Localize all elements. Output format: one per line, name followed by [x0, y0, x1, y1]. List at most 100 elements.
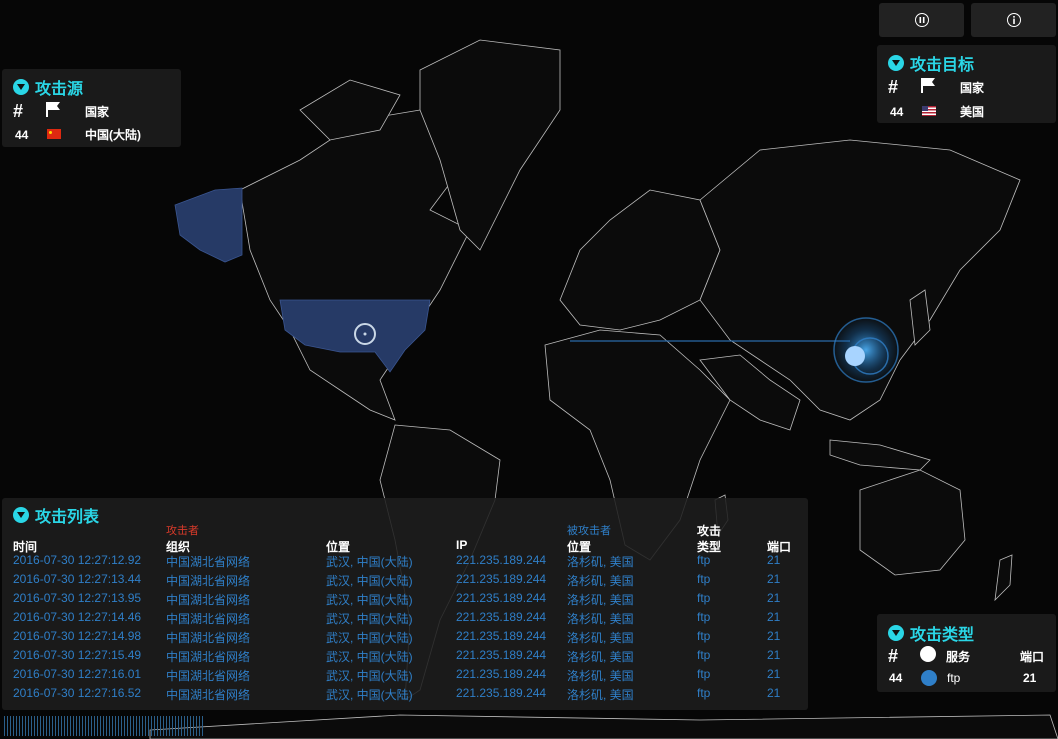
antarctica-landmass	[149, 714, 1058, 739]
cell-type: ftp	[697, 591, 711, 605]
cell-dst: 洛杉矶, 美国	[567, 574, 634, 588]
port-value: 21	[1023, 671, 1037, 685]
col-ip: IP	[456, 538, 468, 552]
attack-type-panel: 攻击类型 # 服务 端口 44 ftp 21	[877, 614, 1056, 692]
attack-target-panel: 攻击目标 # 国家 44 美国	[877, 45, 1056, 123]
cell-port: 21	[767, 667, 781, 681]
info-icon	[1006, 13, 1021, 27]
cell-dst: 洛杉矶, 美国	[567, 555, 634, 569]
cell-type: ftp	[697, 610, 711, 624]
cell-org: 中国湖北省网络	[166, 574, 251, 588]
attacker-group-label: 攻击者	[166, 525, 199, 537]
cell-dst: 洛杉矶, 美国	[567, 593, 634, 607]
cell-src: 武汉, 中国(大陆)	[326, 555, 413, 569]
cell-port: 21	[767, 629, 781, 643]
source-marker	[845, 346, 865, 366]
cell-ip: 221.235.189.244	[456, 648, 547, 662]
cell-ip: 221.235.189.244	[456, 686, 547, 700]
cell-ip: 221.235.189.244	[456, 629, 547, 643]
col-port: 端口	[1020, 650, 1045, 664]
count: 44	[15, 127, 29, 142]
cell-ip: 221.235.189.244	[456, 591, 547, 605]
cell-type: ftp	[697, 686, 711, 700]
table-row[interactable]: 2016-07-30 12:27:15.49 中国湖北省网络 武汉, 中国(大陆) 2…	[13, 648, 793, 667]
service-name: ftp	[947, 671, 961, 685]
cell-type: ftp	[697, 629, 711, 643]
cell-port: 21	[767, 648, 781, 662]
cell-time: 2016-07-30 12:27:15.49	[13, 648, 142, 662]
collapse-triangle-icon	[13, 507, 29, 523]
country-name: 中国(大陆)	[85, 128, 141, 142]
indonesia-landmass	[829, 439, 931, 471]
attack-source-header[interactable]: 攻击源	[13, 75, 83, 99]
cell-type: ftp	[697, 648, 711, 662]
collapse-triangle-icon	[888, 55, 904, 71]
cell-org: 中国湖北省网络	[166, 593, 251, 607]
cell-ip: 221.235.189.244	[456, 610, 547, 624]
cell-port: 21	[767, 572, 781, 586]
hash-icon: #	[888, 646, 899, 666]
cell-org: 中国湖北省网络	[166, 555, 251, 569]
cell-dst: 洛杉矶, 美国	[567, 612, 634, 626]
panel-title: 攻击类型	[910, 627, 975, 644]
cell-src: 武汉, 中国(大陆)	[326, 631, 413, 645]
cell-dst: 洛杉矶, 美国	[567, 650, 634, 664]
list-item: 44 美国	[890, 103, 984, 120]
cell-ip: 221.235.189.244	[456, 553, 547, 567]
cell-port: 21	[767, 686, 781, 700]
attack-list-header[interactable]: 攻击列表	[13, 503, 99, 527]
cell-org: 中国湖北省网络	[166, 688, 251, 702]
panel-title: 攻击列表	[35, 509, 100, 526]
info-button[interactable]	[971, 3, 1056, 37]
panel-title: 攻击源	[35, 81, 84, 98]
cell-src: 武汉, 中国(大陆)	[326, 688, 413, 702]
count: 44	[890, 104, 904, 119]
collapse-triangle-icon	[13, 79, 29, 95]
flag-icon	[920, 77, 960, 98]
cell-type: ftp	[697, 553, 711, 567]
cell-org: 中国湖北省网络	[166, 650, 251, 664]
attack-target-header[interactable]: 攻击目标	[888, 51, 974, 75]
ftp-dot-icon	[921, 670, 937, 686]
attack-type-header[interactable]: 攻击类型	[888, 621, 974, 645]
service-dot-icon	[920, 646, 946, 667]
cell-ip: 221.235.189.244	[456, 667, 547, 681]
australia-landmass	[859, 469, 966, 576]
attack-source-panel: 攻击源 # 国家 44 中国(大陆)	[2, 69, 181, 147]
cell-src: 武汉, 中国(大陆)	[326, 669, 413, 683]
cell-src: 武汉, 中国(大陆)	[326, 612, 413, 626]
flag-icon	[45, 101, 85, 122]
count: 44	[889, 671, 903, 685]
cell-time: 2016-07-30 12:27:16.52	[13, 686, 142, 700]
hash-icon: #	[13, 101, 24, 121]
target-group-label: 被攻击者	[567, 525, 611, 537]
cell-type: ftp	[697, 572, 711, 586]
cell-org: 中国湖北省网络	[166, 612, 251, 626]
cell-org: 中国湖北省网络	[166, 669, 251, 683]
cell-time: 2016-07-30 12:27:14.98	[13, 629, 142, 643]
cell-src: 武汉, 中国(大陆)	[326, 650, 413, 664]
table-row[interactable]: 2016-07-30 12:27:13.44 中国湖北省网络 武汉, 中国(大陆) 2…	[13, 572, 793, 591]
cell-time: 2016-07-30 12:27:16.01	[13, 667, 142, 681]
table-row[interactable]: 2016-07-30 12:27:16.52 中国湖北省网络 武汉, 中国(大陆) 2…	[13, 686, 793, 705]
cell-time: 2016-07-30 12:27:14.46	[13, 610, 142, 624]
new-zealand-landmass	[994, 554, 1013, 602]
cell-port: 21	[767, 610, 781, 624]
panel-title: 攻击目标	[910, 57, 975, 74]
pause-button[interactable]	[879, 3, 964, 37]
table-row[interactable]: 2016-07-30 12:27:14.46 中国湖北省网络 武汉, 中国(大陆) 2…	[13, 610, 793, 629]
north-america-landmass	[239, 109, 471, 421]
cell-type: ftp	[697, 667, 711, 681]
pause-icon	[914, 13, 929, 27]
col-type-line1: 攻击	[697, 524, 722, 538]
table-row[interactable]: 2016-07-30 12:27:13.95 中国湖北省网络 武汉, 中国(大陆) 2…	[13, 591, 793, 610]
col-country: 国家	[960, 81, 985, 95]
table-row[interactable]: 2016-07-30 12:27:16.01 中国湖北省网络 武汉, 中国(大陆) 2…	[13, 667, 793, 686]
table-row[interactable]: 2016-07-30 12:27:12.92 中国湖北省网络 武汉, 中国(大陆) 2…	[13, 553, 793, 572]
alaska-highlight	[174, 187, 243, 263]
country-name: 美国	[960, 105, 985, 119]
cell-time: 2016-07-30 12:27:12.92	[13, 553, 142, 567]
cell-port: 21	[767, 591, 781, 605]
cell-src: 武汉, 中国(大陆)	[326, 593, 413, 607]
table-row[interactable]: 2016-07-30 12:27:14.98 中国湖北省网络 武汉, 中国(大陆) 2…	[13, 629, 793, 648]
